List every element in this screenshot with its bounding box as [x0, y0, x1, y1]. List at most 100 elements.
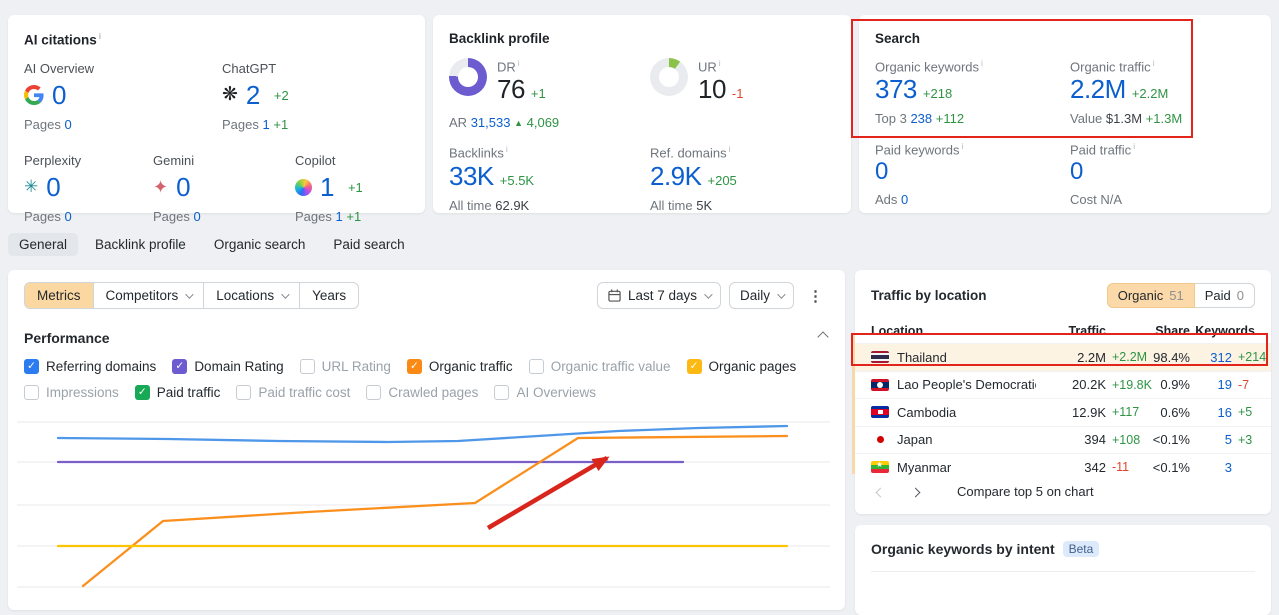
toggle-paid[interactable]: Paid 0	[1194, 283, 1255, 308]
toggle-organic[interactable]: Organic 51	[1106, 283, 1195, 308]
backlink-profile-card: Backlink profile DR i 76 +1 AR 31,533 ▲ 4,…	[433, 15, 851, 213]
up-triangle-icon: ▲	[514, 118, 523, 129]
ai-item-ai-overview: AI Overview 0 Pages 0	[24, 60, 95, 132]
section-tabs: General Backlink profile Organic search Pai…	[8, 233, 416, 256]
info-icon: i	[517, 58, 520, 68]
chevron-down-icon	[704, 289, 713, 299]
series-referring-domains	[56, 424, 789, 444]
series-organic-traffic	[81, 434, 789, 588]
paid-keywords-value: 0	[875, 157, 888, 185]
keywords-by-intent-panel: Organic keywords by intent Beta	[855, 525, 1271, 615]
gemini-icon: ✦	[153, 177, 169, 197]
checkbox-organic-traffic-value[interactable]: Organic traffic value	[528, 359, 671, 374]
collapse-chevron-icon[interactable]	[817, 331, 829, 343]
segment-years[interactable]: Years	[299, 283, 358, 308]
keywords-link[interactable]: 3	[1190, 460, 1232, 475]
organic-traffic-value[interactable]: 2.2M	[1070, 74, 1126, 104]
organic-keywords-metric: Organic keywords i 373 +218 Top 3 238 +112	[875, 58, 983, 127]
tab-general[interactable]: General	[8, 233, 79, 256]
paid-traffic-value: 0	[1070, 157, 1083, 185]
date-range-button[interactable]: Last 7 days	[596, 282, 721, 309]
ads-count[interactable]: 0	[901, 192, 908, 207]
info-icon: i	[98, 31, 102, 41]
tab-backlink-profile[interactable]: Backlink profile	[84, 233, 197, 256]
checkbox-organic-traffic[interactable]: ✓ Organic traffic	[406, 359, 513, 374]
beta-badge: Beta	[1062, 541, 1100, 557]
ref-domains-value[interactable]: 2.9K	[650, 161, 702, 191]
perplexity-value: 0	[46, 171, 61, 202]
search-card: Search Organic keywords i 373 +218 Top 3 2…	[859, 15, 1271, 213]
keywords-delta: -7	[1238, 377, 1250, 392]
segment-label: Competitors	[105, 288, 179, 303]
keywords-delta: +3	[1238, 432, 1253, 447]
ai-item-gemini: Gemini ✦ 0 Pages 0	[153, 152, 201, 224]
keywords-link[interactable]: 16	[1190, 405, 1232, 420]
checkbox-domain-rating[interactable]: ✓ Domain Rating	[172, 359, 284, 374]
keywords-link[interactable]: 312	[1190, 350, 1232, 365]
tab-paid-search[interactable]: Paid search	[322, 233, 415, 256]
checkbox-label: Referring domains	[46, 359, 157, 374]
ur-donut-chart	[650, 58, 688, 96]
kebab-menu-icon[interactable]: ⋮	[802, 285, 829, 307]
pages-count[interactable]: 0	[65, 117, 72, 132]
table-header: Location Traffic Share Keywords	[871, 324, 1255, 338]
location-row-myanmar[interactable]: Myanmar 342 -11 <0.1%3	[855, 453, 1271, 481]
next-page-icon[interactable]	[906, 480, 925, 503]
location-row-japan[interactable]: Japan 394 +108 <0.1% 5 +3	[855, 425, 1271, 454]
google-icon	[24, 85, 44, 105]
pages-count[interactable]: 0	[194, 209, 201, 224]
location-row-cambodia[interactable]: Cambodia 12.9K +117 0.6% 16 +5	[855, 398, 1271, 426]
card-title: AI citations i	[24, 31, 102, 48]
unchecked-checkbox-icon	[299, 359, 315, 374]
share-value: 98.4%	[1153, 349, 1190, 365]
panel-title: Organic keywords by intent	[871, 541, 1055, 557]
ai-citations-card: AI citations i AI Overview 0 Pages 0 Chat…	[8, 15, 425, 224]
backlinks-value[interactable]: 33K	[449, 161, 494, 191]
divider	[871, 571, 1255, 572]
mm-flag-icon	[871, 461, 889, 474]
segment-locations[interactable]: Locations	[203, 283, 299, 308]
checkbox-label: Organic pages	[708, 359, 797, 374]
pages-count[interactable]: 1	[263, 117, 270, 132]
ar-value[interactable]: 31,533	[471, 115, 511, 130]
traffic-delta: +19.8K	[1112, 377, 1152, 392]
checkbox-referring-domains[interactable]: ✓ Referring domains	[24, 359, 156, 374]
segment-metrics[interactable]: Metrics	[25, 283, 93, 308]
performance-chart	[17, 421, 830, 588]
pages-count[interactable]: 0	[65, 209, 72, 224]
pages-count[interactable]: 1	[336, 209, 343, 224]
perplexity-icon: ✳	[24, 177, 39, 196]
keywords-delta: +214	[1238, 350, 1267, 365]
checkbox-url-rating[interactable]: URL Rating	[299, 359, 391, 374]
ahrefs-rank: AR 31,533 ▲ 4,069	[449, 115, 560, 131]
location-name-cell: Cambodia	[871, 405, 1036, 420]
ur-value: 10	[698, 74, 726, 105]
prev-page-icon[interactable]	[871, 480, 890, 503]
checkbox-organic-pages[interactable]: ✓ Organic pages	[686, 359, 797, 374]
info-icon: i	[728, 144, 731, 155]
checkbox-label: URL Rating	[321, 359, 391, 374]
location-name-cell: Myanmar	[871, 460, 1036, 475]
traffic-delta: -11	[1112, 460, 1130, 475]
keywords-link[interactable]: 5	[1190, 432, 1232, 447]
tab-organic-search[interactable]: Organic search	[203, 233, 317, 256]
granularity-button[interactable]: Daily	[728, 282, 794, 309]
top3-count[interactable]: 238	[910, 111, 932, 126]
location-name: Myanmar	[897, 459, 952, 475]
keywords-link[interactable]: 19	[1190, 377, 1232, 392]
checkbox-label: Domain Rating	[194, 359, 284, 374]
segment-competitors[interactable]: Competitors	[92, 283, 204, 308]
info-icon: i	[1133, 141, 1136, 152]
calendar-icon	[608, 289, 621, 302]
location-name: Cambodia	[897, 404, 957, 420]
keywords-delta: +5	[1238, 405, 1253, 420]
location-row-thailand[interactable]: Thailand 2.2M +2.2M 98.4% 312 +214	[855, 343, 1271, 371]
location-row-lao-people-s-democratic-reput[interactable]: Lao People's Democratic Reput 20.2K +19.8K…	[855, 370, 1271, 399]
traffic-delta: +117	[1112, 405, 1140, 420]
checkbox-label: Organic traffic value	[550, 359, 671, 374]
ai-item-perplexity: Perplexity ✳ 0 Pages 0	[24, 152, 82, 224]
table-footer: Compare top 5 on chart	[871, 480, 1094, 503]
ai-item-chatgpt: ChatGPT ❋ 2 +2 Pages 1 +1	[222, 60, 289, 132]
organic-keywords-value[interactable]: 373	[875, 74, 917, 104]
paid-keywords-metric: Paid keywords i 0 Ads 0	[875, 141, 964, 207]
